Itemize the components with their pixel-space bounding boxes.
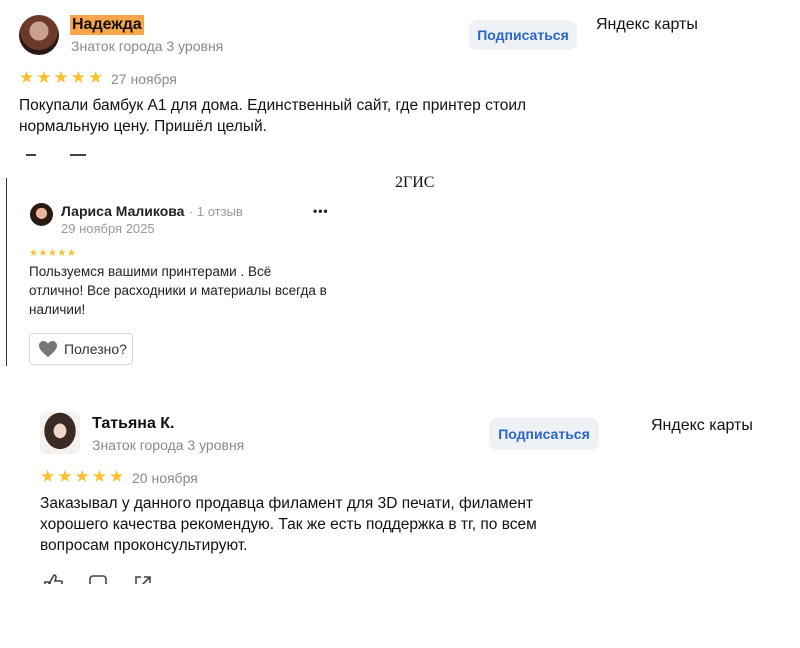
reviewer-name[interactable]: Надежда — [70, 15, 144, 35]
reviewer-name[interactable]: Татьяна К. — [92, 415, 175, 433]
subscribe-button[interactable]: Подписаться — [489, 418, 599, 450]
clipped-actions-row — [26, 154, 96, 158]
rating-stars: ★★★★★ — [19, 68, 106, 87]
review-count: · 1 отзыв — [188, 204, 243, 219]
like-icon[interactable] — [42, 572, 64, 584]
review-divider — [6, 178, 7, 366]
review-text-line: Покупали бамбук А1 для дома. Единственны… — [19, 97, 527, 114]
avatar[interactable] — [30, 203, 53, 226]
review-text: Заказывал у данного продавца филамент дл… — [40, 493, 600, 556]
review-text-line: отлично! Все расходники и материалы всег… — [29, 283, 327, 298]
source-label: Яндекс карты — [651, 417, 753, 434]
review-text-line: нормальную цену. Пришёл целый. — [19, 118, 267, 135]
comment-icon[interactable] — [88, 574, 108, 584]
reviewer-header: Лариса Маликова · 1 отзыв — [61, 203, 243, 221]
share-icon[interactable] — [133, 574, 153, 584]
source-label: 2ГИС — [395, 174, 435, 191]
review-date: 20 ноября — [132, 470, 198, 486]
useful-button[interactable]: Полезно? — [29, 333, 133, 365]
review-text-line: вопросам проконсультируют. — [40, 537, 248, 554]
review-date: 29 ноября 2025 — [61, 221, 155, 236]
review-date: 27 ноября — [111, 71, 177, 87]
heart-icon — [38, 340, 58, 358]
review-text-line: Пользуемся вашими принтерами . Всё — [29, 264, 272, 279]
more-options-icon[interactable]: ••• — [313, 204, 329, 218]
avatar[interactable] — [19, 15, 59, 55]
review-text: Пользуемся вашими принтерами . Всё отлич… — [29, 262, 349, 319]
subscribe-button[interactable]: Подписаться — [469, 20, 577, 50]
review-text-line: хорошего качества рекомендую. Так же ест… — [40, 516, 537, 533]
reviewer-name[interactable]: Лариса Маликова — [61, 203, 184, 219]
rating-stars: ★★★★★ — [29, 248, 77, 259]
rating-stars: ★★★★★ — [40, 467, 127, 486]
source-label: Яндекс карты — [596, 16, 698, 33]
reviewer-level: Знаток города 3 уровня — [92, 437, 245, 453]
avatar[interactable] — [40, 412, 80, 454]
review-text-line: наличии! — [29, 302, 86, 317]
useful-label: Полезно? — [64, 341, 127, 357]
review-text-line: Заказывал у данного продавца филамент дл… — [40, 495, 533, 512]
review-text: Покупали бамбук А1 для дома. Единственны… — [19, 95, 579, 137]
reviewer-level: Знаток города 3 уровня — [71, 38, 224, 54]
